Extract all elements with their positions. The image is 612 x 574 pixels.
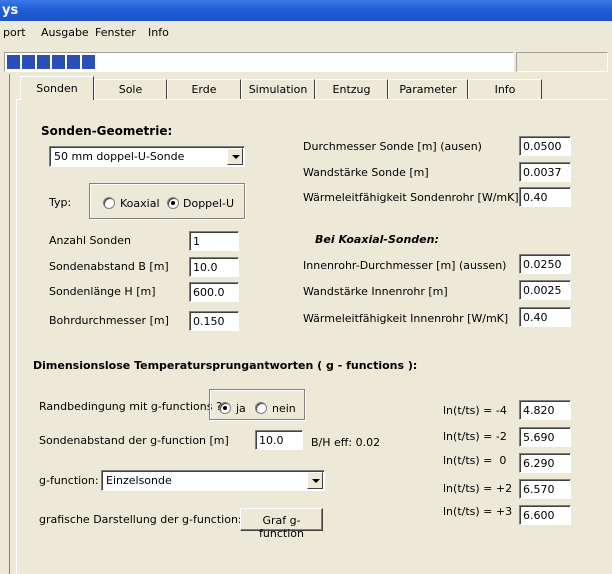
wandstaerke-input[interactable]: 0.0037 <box>519 162 571 182</box>
gfunc-abstand-label: Sondenabstand der g-function [m] <box>39 434 229 447</box>
gfunc-heading: Dimensionslose Temperatursprungantworten… <box>33 359 418 372</box>
graf-label: grafische Darstellung der g-function: <box>39 513 242 526</box>
ln-label: ln(t/ts) = -2 <box>443 430 507 443</box>
progress-block <box>82 55 95 69</box>
tab-entzug[interactable]: Entzug <box>315 79 388 99</box>
laenge-label: Sondenlänge H [m] <box>49 285 156 298</box>
radio-ja[interactable] <box>219 402 231 414</box>
gfunc-abstand-input[interactable]: 10.0 <box>255 430 303 450</box>
ln-input[interactable]: 4.820 <box>519 400 571 420</box>
ln-input[interactable]: 6.290 <box>519 453 571 473</box>
probe-type-select[interactable]: 50 mm doppel-U-Sonde <box>49 146 245 167</box>
tab-parameter[interactable]: Parameter <box>388 79 468 99</box>
radio-koaxial-label: Koaxial <box>120 197 160 210</box>
chevron-down-icon[interactable] <box>307 472 323 489</box>
wandstaerke-label: Wandstärke Sonde [m] <box>303 166 429 179</box>
menu-bar: port Ausgabe Fenster Info <box>0 21 612 43</box>
probe-type-value: 50 mm doppel-U-Sonde <box>54 150 185 163</box>
anzahl-input[interactable]: 1 <box>189 231 239 251</box>
innen-l-label: Wärmeleitfähigkeit Innenrohr [W/mK] <box>303 312 509 325</box>
ln-label: ln(t/ts) = -4 <box>443 404 507 417</box>
status-field <box>516 52 608 72</box>
durchmesser-label: Durchmesser Sonde [m] (ausen) <box>303 140 482 153</box>
gfunction-label: g-function: <box>39 474 99 487</box>
menu-item-fenster[interactable]: Fenster <box>95 26 136 39</box>
ln-label: ln(t/ts) = 0 <box>443 454 507 467</box>
ln-label: ln(t/ts) = +2 <box>443 482 513 495</box>
tab-sole[interactable]: Sole <box>94 79 167 99</box>
menu-item-info[interactable]: Info <box>148 26 169 39</box>
graf-gfunction-button[interactable]: Graf g-function <box>240 508 323 540</box>
leitf-input[interactable]: 0.40 <box>519 187 571 207</box>
ln-input[interactable]: 5.690 <box>519 427 571 447</box>
progress-block <box>37 55 50 69</box>
progress-block <box>52 55 65 69</box>
tab-panel-sonden: Sonden-Geometrie: 50 mm doppel-U-Sonde T… <box>16 99 608 574</box>
chevron-down-icon[interactable] <box>227 148 243 165</box>
gfunction-value: Einzelsonde <box>106 474 172 487</box>
gfunction-select[interactable]: Einzelsonde <box>101 470 325 491</box>
progress-block <box>67 55 80 69</box>
menu-item-ausgabe[interactable]: Ausgabe <box>41 26 89 39</box>
progress-bar <box>4 52 514 72</box>
tab-erde[interactable]: Erde <box>167 79 241 99</box>
bohr-label: Bohrdurchmesser [m] <box>49 314 169 327</box>
radio-nein[interactable] <box>255 402 267 414</box>
innen-d-input[interactable]: 0.0250 <box>519 254 571 274</box>
leitf-label: Wärmeleitfähigkeit Sondenrohr [W/mK] <box>303 191 519 204</box>
progress-block <box>7 55 20 69</box>
abstand-input[interactable]: 10.0 <box>189 257 239 277</box>
bh-eff-label: B/H eff: 0.02 <box>311 436 381 449</box>
laenge-input[interactable]: 600.0 <box>189 282 239 302</box>
tab-info[interactable]: Info <box>468 79 542 99</box>
bohr-input[interactable]: 0.150 <box>189 311 239 331</box>
koaxial-heading: Bei Koaxial-Sonden: <box>315 233 439 246</box>
radio-koaxial[interactable] <box>103 197 115 209</box>
geometry-heading: Sonden-Geometrie: <box>41 124 173 138</box>
ln-label: ln(t/ts) = +3 <box>443 505 513 518</box>
left-panel-edge <box>0 74 10 574</box>
radio-ja-label: ja <box>236 402 246 415</box>
tab-sonden[interactable]: Sonden <box>20 76 94 100</box>
ln-input[interactable]: 6.570 <box>519 479 571 499</box>
innen-d-label: Innenrohr-Durchmesser [m] (aussen) <box>303 259 507 272</box>
radio-nein-label: nein <box>272 402 296 415</box>
radio-doppel-u-label: Doppel-U <box>183 197 235 210</box>
innen-w-label: Wandstärke Innenrohr [m] <box>303 285 448 298</box>
menu-item-port[interactable]: port <box>3 26 26 39</box>
innen-l-input[interactable]: 0.40 <box>519 307 571 327</box>
rand-label: Randbedingung mit g-functions ? <box>39 400 222 413</box>
abstand-label: Sondenabstand B [m] <box>49 260 169 273</box>
durchmesser-input[interactable]: 0.0500 <box>519 136 571 156</box>
ln-input[interactable]: 6.600 <box>519 505 571 525</box>
radio-doppel-u[interactable] <box>167 197 179 209</box>
title-bar: ys <box>0 0 612 21</box>
innen-w-input[interactable]: 0.0025 <box>519 280 571 300</box>
progress-block <box>22 55 35 69</box>
anzahl-label: Anzahl Sonden <box>49 234 131 247</box>
tab-simulation[interactable]: Simulation <box>241 79 315 99</box>
window-title: ys <box>2 3 19 18</box>
typ-label: Typ: <box>49 196 72 209</box>
